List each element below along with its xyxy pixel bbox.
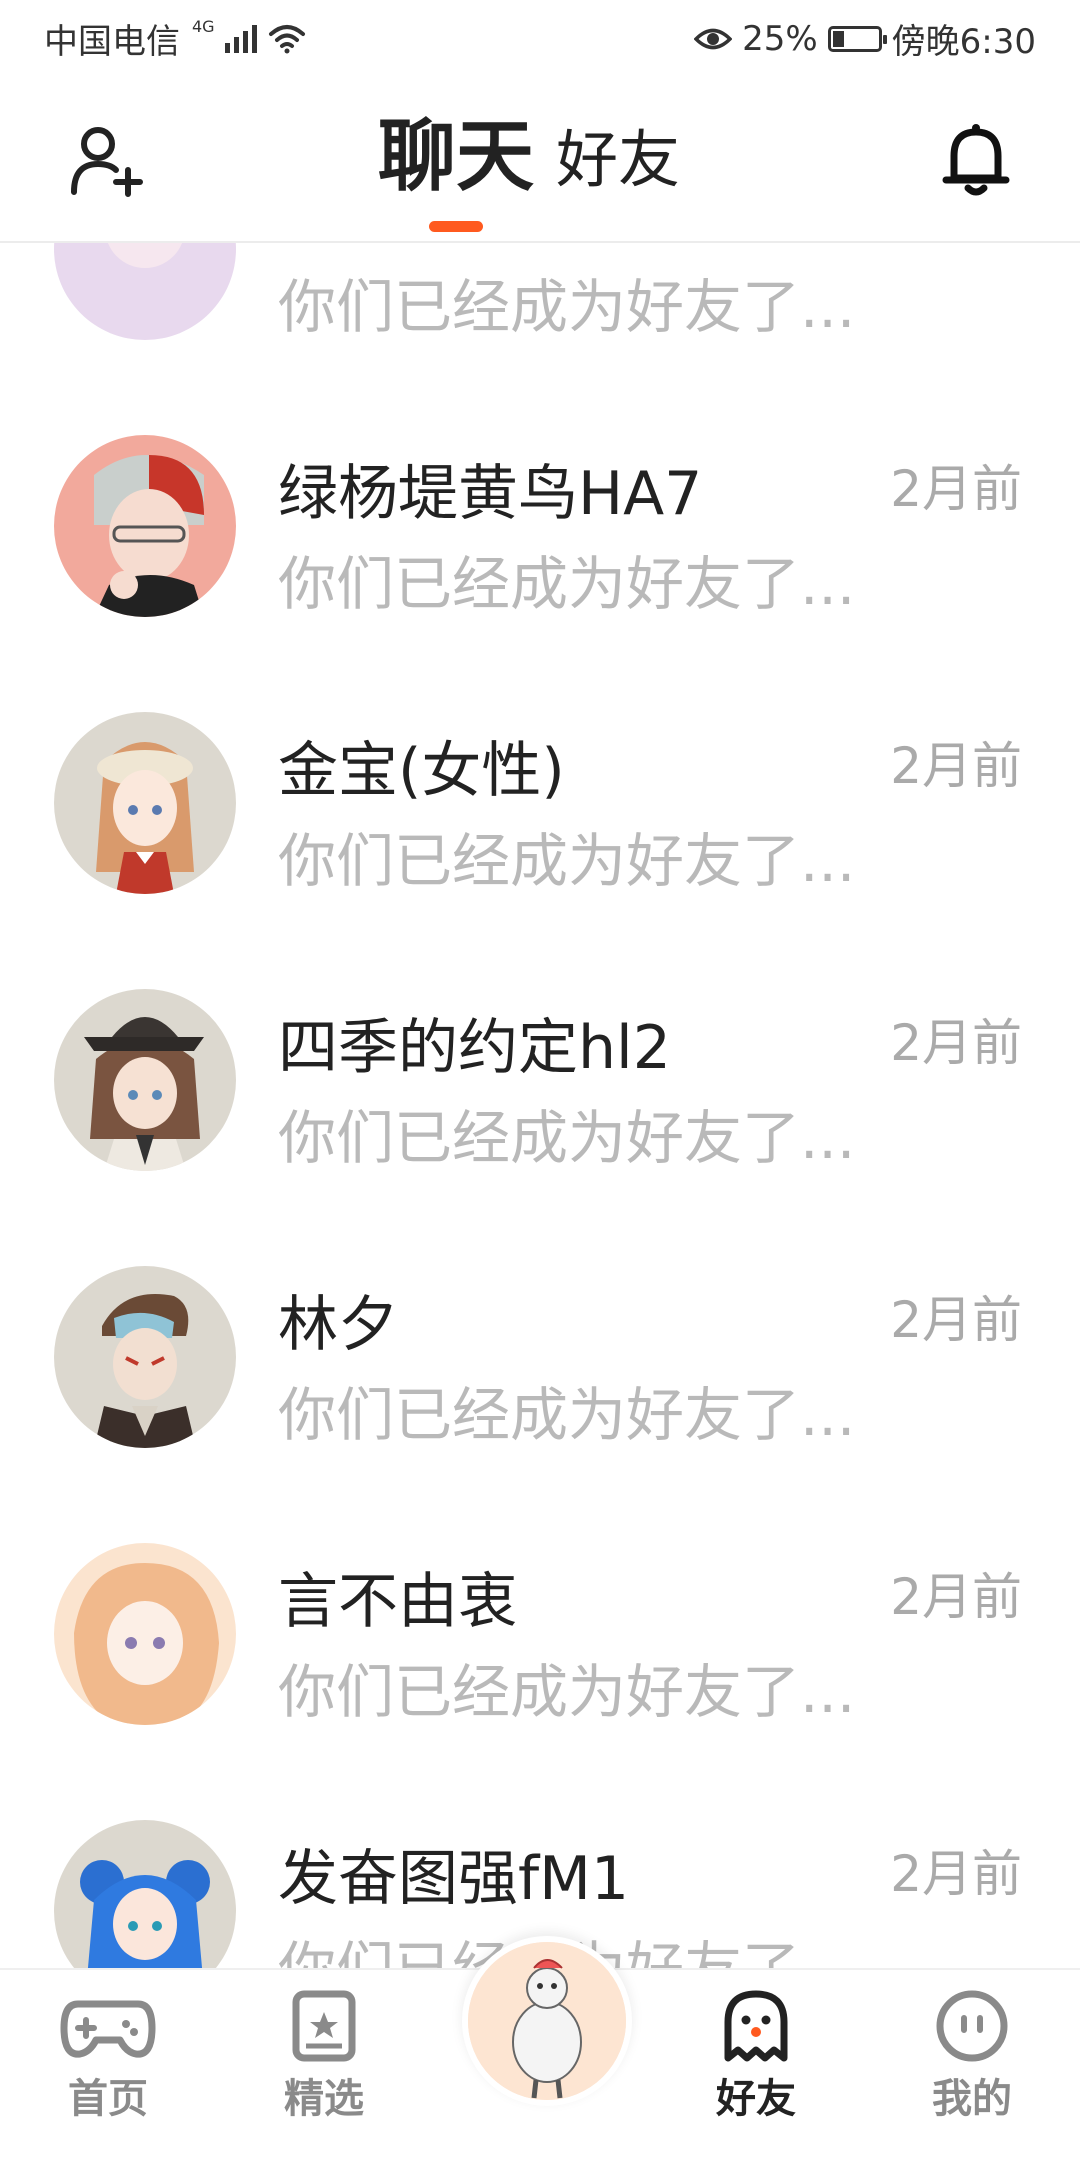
nav-featured[interactable]: 精选 [244,1988,404,2124]
avatar [54,712,236,894]
nav-featured-label: 精选 [284,2076,364,2122]
chat-time: 2月前 [890,1014,1022,1072]
eye-icon [694,28,733,49]
avatar [54,243,236,340]
nav-friends[interactable]: 好友 [676,1988,836,2130]
nav-center-character-button[interactable] [462,1936,632,2106]
nav-me-label: 我的 [932,2076,1012,2122]
top-header: 聊天 好友 [0,76,1080,243]
chat-time: 2月前 [890,1845,1022,1903]
wifi-icon [268,24,305,53]
status-left: 中国电信 4G [44,14,307,63]
chat-list-screen: 中国电信 4G 25% 傍晚6:30 聊天 好友 你们已经成为好友了... 绿杨… [0,0,1080,2160]
gamepad-icon [60,2000,156,2058]
avatar [54,1820,236,1968]
tab-chat-label: 聊天 [378,112,535,202]
chat-contact-name: 林夕 [278,1290,398,1360]
chat-last-message: 你们已经成为好友了... [278,550,856,618]
tab-chat[interactable]: 聊天 [378,112,535,232]
status-bar: 中国电信 4G 25% 傍晚6:30 [0,0,1080,76]
carrier-label: 中国电信 [44,22,180,62]
chat-time: 2月前 [890,737,1022,795]
chat-contact-name: 发奋图强fM1 [278,1844,630,1914]
chat-time: 2月前 [890,1291,1022,1349]
avatar [54,1543,236,1725]
chat-contact-name: 言不由衷 [278,1567,518,1637]
ghost-icon [724,1990,788,2062]
character-avatar-icon [468,1942,626,2100]
chat-contact-name: 四季的约定hl2 [278,1013,671,1083]
bottom-nav: 首页 精选 好友 我的 [0,1936,1080,2160]
chat-row[interactable]: 金宝(女性) 2月前 你们已经成为好友了... [0,672,1080,949]
chat-last-message: 你们已经成为好友了... [278,1381,856,1449]
network-type-label: 4G [192,17,215,36]
chat-last-message: 你们已经成为好友了... [278,273,856,341]
signal-icon [224,24,257,53]
chat-row-partial[interactable]: 你们已经成为好友了... [0,243,1080,395]
battery-percent: 25% [742,18,818,59]
chat-row[interactable]: 林夕 2月前 你们已经成为好友了... [0,1226,1080,1503]
chat-last-message: 你们已经成为好友了... [278,827,856,895]
chat-row[interactable]: 四季的约定hl2 2月前 你们已经成为好友了... [0,949,1080,1226]
avatar [54,1266,236,1448]
face-icon [936,1990,1008,2062]
status-right: 25% 傍晚6:30 [694,14,1036,63]
tab-friends-label: 好友 [556,123,681,196]
avatar [54,435,236,617]
bell-icon[interactable] [938,120,1014,200]
chat-last-message: 你们已经成为好友了... [278,1658,856,1726]
chat-last-message: 你们已经成为好友了... [278,1104,856,1172]
chat-row[interactable]: 绿杨堤黄鸟HA7 2月前 你们已经成为好友了... [0,395,1080,672]
nav-home-label: 首页 [68,2076,148,2122]
chat-list[interactable]: 你们已经成为好友了... 绿杨堤黄鸟HA7 2月前 你们已经成为好友了... 金… [0,243,1080,1968]
avatar [54,989,236,1171]
nav-me[interactable]: 我的 [892,1988,1052,2124]
nav-friends-label: 好友 [676,2066,836,2130]
active-tab-indicator [429,221,483,232]
chat-list-scroll: 你们已经成为好友了... 绿杨堤黄鸟HA7 2月前 你们已经成为好友了... 金… [0,243,1080,1968]
chat-contact-name: 金宝(女性) [278,736,565,806]
battery-icon [827,25,887,52]
chat-time: 2月前 [890,460,1022,518]
chat-row[interactable]: 言不由衷 2月前 你们已经成为好友了... [0,1503,1080,1780]
chat-tabs: 聊天 好友 [378,112,680,232]
star-card-icon [292,1990,356,2062]
chat-time: 2月前 [890,1568,1022,1626]
add-friend-icon[interactable] [70,120,150,200]
nav-friends-label-text: 好友 [716,2076,796,2122]
chat-contact-name: 绿杨堤黄鸟HA7 [278,459,703,529]
nav-home[interactable]: 首页 [28,1988,188,2124]
tab-friends[interactable]: 好友 [556,118,680,202]
clock: 傍晚6:30 [891,22,1036,62]
